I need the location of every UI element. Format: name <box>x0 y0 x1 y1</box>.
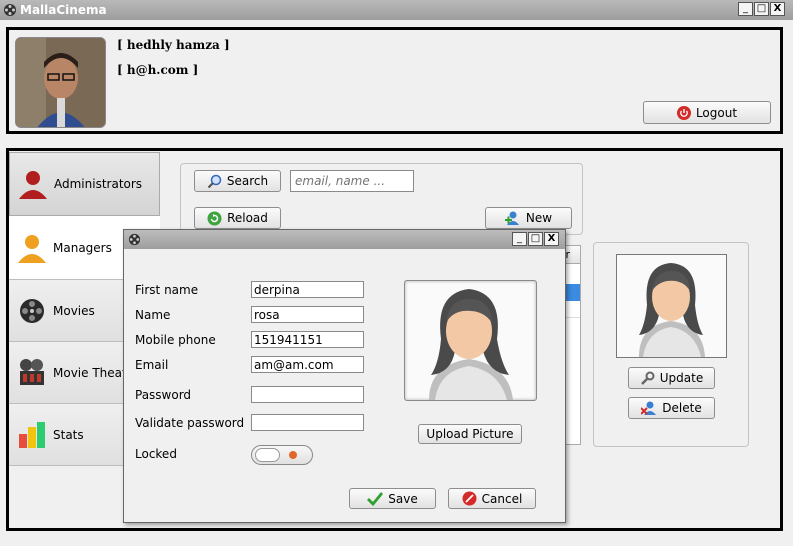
window-title: MallaCinema <box>20 3 107 17</box>
delete-button[interactable]: Delete <box>628 397 715 419</box>
cancel-icon <box>462 491 477 506</box>
reload-icon <box>207 211 222 225</box>
user-header-panel: [ hedhly hamza ] [ h@h.com ] Logout <box>6 27 783 134</box>
save-label: Save <box>388 491 418 506</box>
toggle-knob <box>255 448 280 462</box>
dialog-title-bar: _ □ X <box>124 230 565 249</box>
locked-toggle[interactable] <box>251 445 313 465</box>
save-button[interactable]: Save <box>349 488 436 509</box>
reload-label: Reload <box>227 211 268 225</box>
mobile-phone-field[interactable]: 151941151 <box>251 331 364 348</box>
woman-avatar-icon <box>429 289 513 400</box>
password-label: Password <box>135 388 192 402</box>
close-button[interactable]: X <box>770 2 785 16</box>
check-icon <box>367 491 384 506</box>
dialog-maximize-button[interactable]: □ <box>528 232 543 246</box>
user-red-icon <box>19 171 47 199</box>
locked-label: Locked <box>135 447 177 461</box>
user-orange-icon <box>18 234 46 263</box>
delete-label: Delete <box>662 401 702 415</box>
add-user-icon <box>504 211 519 225</box>
name-label: Name <box>135 308 171 322</box>
new-button[interactable]: New <box>485 207 572 229</box>
wrench-icon <box>640 371 655 385</box>
reload-button[interactable]: Reload <box>194 207 281 229</box>
user-name: [ hedhly hamza ] <box>117 38 230 52</box>
toggle-indicator <box>289 451 297 459</box>
sidebar-item-administrators[interactable]: Administrators <box>9 152 160 216</box>
cancel-label: Cancel <box>481 491 523 506</box>
bar-chart-icon <box>19 421 45 448</box>
film-reel-icon <box>20 298 44 323</box>
search-icon <box>207 174 222 188</box>
sidebar-item-label: Movies <box>53 303 95 318</box>
email-field[interactable]: am@am.com <box>251 356 364 373</box>
upload-picture-button[interactable]: Upload Picture <box>418 424 522 444</box>
detail-picture <box>616 254 727 358</box>
cinema-icon <box>20 358 44 385</box>
update-button[interactable]: Update <box>628 367 715 389</box>
user-email: [ h@h.com ] <box>117 63 199 77</box>
upload-picture-label: Upload Picture <box>426 427 514 441</box>
email-label: Email <box>135 358 169 372</box>
remove-user-icon <box>641 401 657 415</box>
minimize-button[interactable]: _ <box>738 2 753 16</box>
woman-avatar-icon <box>639 263 705 357</box>
logout-button[interactable]: Logout <box>643 101 771 124</box>
search-button[interactable]: Search <box>194 170 281 192</box>
validate-password-label: Validate password <box>135 416 245 430</box>
cancel-button[interactable]: Cancel <box>448 488 536 509</box>
sidebar-item-label: Stats <box>53 427 84 442</box>
power-icon <box>676 105 691 120</box>
dialog-minimize-button[interactable]: _ <box>512 232 527 246</box>
logout-label: Logout <box>695 105 738 120</box>
sidebar-item-label: Managers <box>53 240 112 255</box>
mobile-phone-label: Mobile phone <box>135 333 216 347</box>
maximize-button[interactable]: □ <box>754 2 769 16</box>
window-title-bar: MallaCinema _ □ X <box>0 0 793 20</box>
name-field[interactable]: rosa <box>251 306 364 323</box>
film-reel-icon <box>128 233 141 246</box>
update-label: Update <box>659 371 704 385</box>
password-field[interactable] <box>251 386 364 403</box>
search-input[interactable] <box>290 170 414 192</box>
first-name-label: First name <box>135 283 199 297</box>
sidebar-item-label: Movie Theate <box>53 365 135 380</box>
dialog-close-button[interactable]: X <box>544 232 559 246</box>
avatar <box>15 37 106 128</box>
dialog-picture <box>404 280 537 401</box>
new-label: New <box>525 211 553 225</box>
sidebar-item-label: Administrators <box>54 177 143 191</box>
first-name-field[interactable]: derpina <box>251 281 364 298</box>
film-reel-icon <box>4 4 16 16</box>
manager-dialog: _ □ X First name derpina Name rosa Mobil… <box>123 229 566 523</box>
search-label: Search <box>226 174 269 188</box>
validate-password-field[interactable] <box>251 414 364 431</box>
